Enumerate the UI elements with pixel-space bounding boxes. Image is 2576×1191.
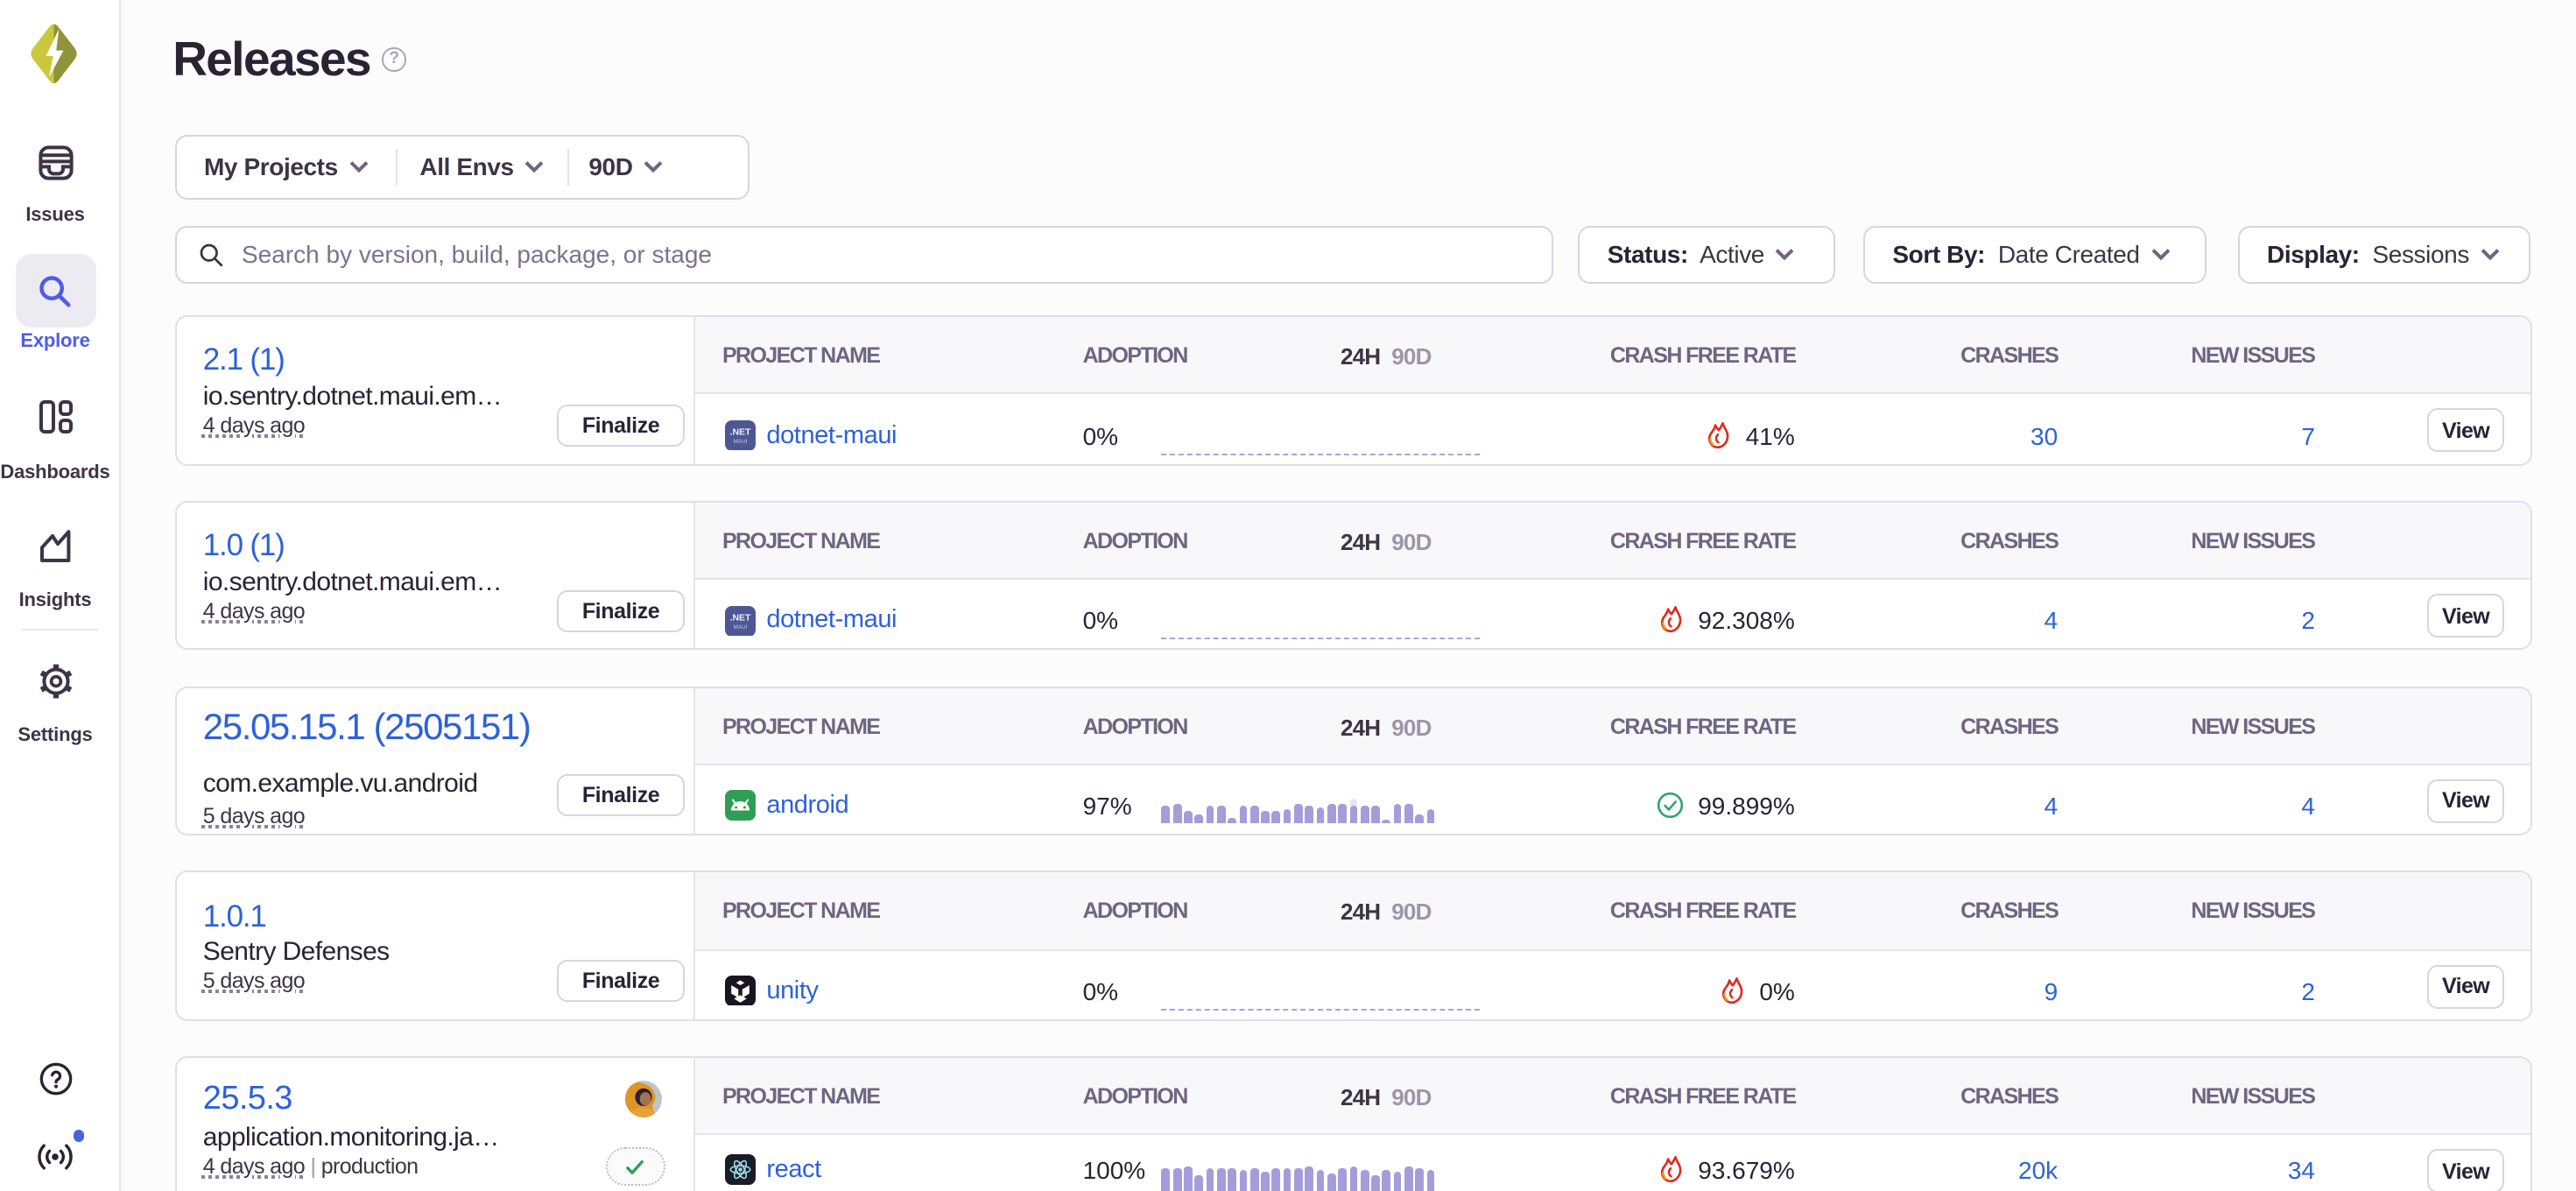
svg-text:.NET: .NET <box>730 426 752 437</box>
svg-text:.NET: .NET <box>730 612 752 623</box>
svg-text:MAUI: MAUI <box>734 439 748 445</box>
svg-text:MAUI: MAUI <box>734 624 748 630</box>
